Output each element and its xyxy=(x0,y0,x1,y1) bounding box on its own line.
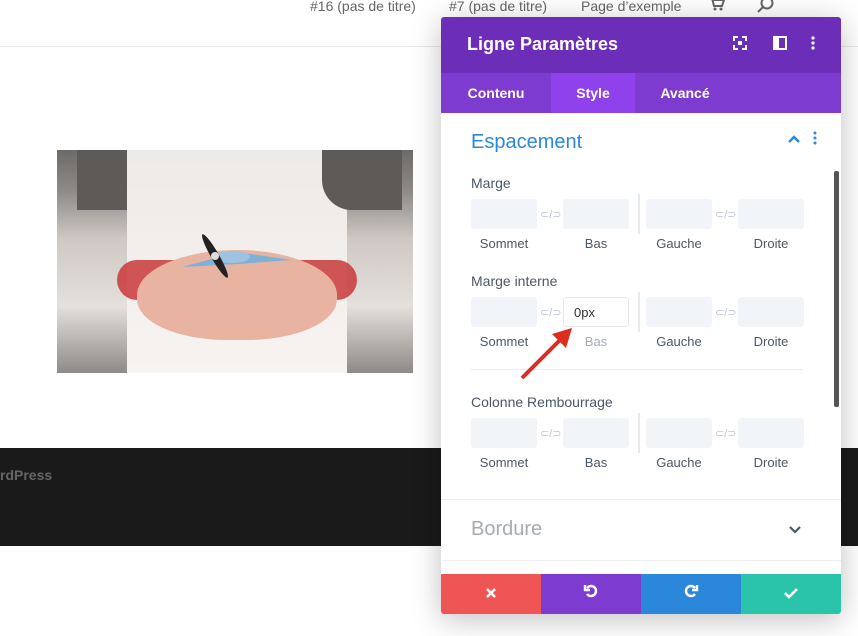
toy-plane-graphic xyxy=(182,234,292,278)
field-label-column-padding: Colonne Rembourrage xyxy=(471,394,613,410)
redo-button[interactable] xyxy=(641,574,741,614)
divider xyxy=(638,413,640,453)
cart-icon[interactable] xyxy=(708,0,726,17)
sublabel-left: Gauche xyxy=(656,334,702,349)
chevron-down-icon[interactable] xyxy=(789,521,801,537)
sublabel-top: Sommet xyxy=(479,455,529,470)
panel-scrollbar[interactable] xyxy=(834,171,839,407)
nav-link-sample-page[interactable]: Page d’exemple xyxy=(581,0,681,14)
section-title-spacing[interactable]: Espacement xyxy=(471,131,582,154)
link-icon[interactable]: ⊂/⊃ xyxy=(540,208,562,221)
margin-left-input[interactable] xyxy=(646,199,712,229)
nav-link-16[interactable]: #16 (pas de titre) xyxy=(310,0,416,14)
more-icon[interactable] xyxy=(803,35,823,55)
margin-bottom-input[interactable] xyxy=(563,199,629,229)
hero-image-toy-plane xyxy=(57,150,413,373)
margin-top-input[interactable] xyxy=(471,199,537,229)
panel-header[interactable]: Ligne Paramètres xyxy=(441,17,841,73)
undo-button[interactable] xyxy=(541,574,641,614)
tab-avance[interactable]: Avancé xyxy=(635,73,735,113)
padding-left-input[interactable] xyxy=(646,297,712,327)
chevron-up-icon[interactable] xyxy=(787,131,801,149)
padding-right-input[interactable] xyxy=(738,297,804,327)
separator xyxy=(441,499,841,500)
margin-right-input[interactable] xyxy=(738,199,804,229)
footer-credit: rdPress xyxy=(0,467,53,483)
tab-style[interactable]: Style xyxy=(551,73,635,113)
annotation-arrow xyxy=(520,328,572,380)
column-padding-left-input[interactable] xyxy=(646,418,712,448)
fullscreen-icon[interactable] xyxy=(730,35,750,55)
sublabel-bottom: Bas xyxy=(584,236,608,251)
sublabel-left: Gauche xyxy=(656,455,702,470)
cancel-button[interactable] xyxy=(441,574,541,614)
save-button[interactable] xyxy=(741,574,841,614)
sublabel-right: Droite xyxy=(753,455,789,470)
sublabel-top: Sommet xyxy=(479,236,529,251)
page: #16 (pas de titre) #7 (pas de titre) Pag… xyxy=(0,0,858,636)
field-label-margin: Marge xyxy=(471,175,511,191)
section-title-border[interactable]: Bordure xyxy=(471,518,542,541)
sublabel-right: Droite xyxy=(753,236,789,251)
section-more-icon[interactable] xyxy=(813,131,817,150)
sublabel-bottom: Bas xyxy=(584,455,608,470)
column-padding-top-input[interactable] xyxy=(471,418,537,448)
link-icon[interactable]: ⊂/⊃ xyxy=(715,427,737,440)
sublabel-right: Droite xyxy=(753,334,789,349)
panel-footer xyxy=(441,574,841,614)
check-icon xyxy=(784,588,798,599)
row-settings-panel[interactable]: Ligne Paramètres Contenu Style Avancé Es… xyxy=(441,17,841,614)
nav-link-7[interactable]: #7 (pas de titre) xyxy=(449,0,547,14)
divider xyxy=(638,292,640,332)
panel-title: Ligne Paramètres xyxy=(467,34,619,54)
link-icon[interactable]: ⊂/⊃ xyxy=(715,208,737,221)
sidebar-icon[interactable] xyxy=(770,35,790,55)
divider xyxy=(638,194,640,234)
field-label-padding: Marge interne xyxy=(471,273,558,289)
panel-tabs: Contenu Style Avancé xyxy=(441,73,841,113)
undo-icon xyxy=(583,584,598,598)
column-padding-bottom-input[interactable] xyxy=(563,418,629,448)
link-icon[interactable]: ⊂/⊃ xyxy=(540,306,562,319)
sublabel-left: Gauche xyxy=(656,236,702,251)
link-icon[interactable]: ⊂/⊃ xyxy=(540,427,562,440)
tab-contenu[interactable]: Contenu xyxy=(441,73,551,113)
separator xyxy=(441,560,841,561)
column-padding-right-input[interactable] xyxy=(738,418,804,448)
close-icon xyxy=(486,588,496,598)
redo-icon xyxy=(684,584,699,598)
panel-body: Espacement Marge ⊂/⊃ ⊂/⊃ Sommet Bas Gauc… xyxy=(441,113,841,574)
link-icon[interactable]: ⊂/⊃ xyxy=(715,306,737,319)
